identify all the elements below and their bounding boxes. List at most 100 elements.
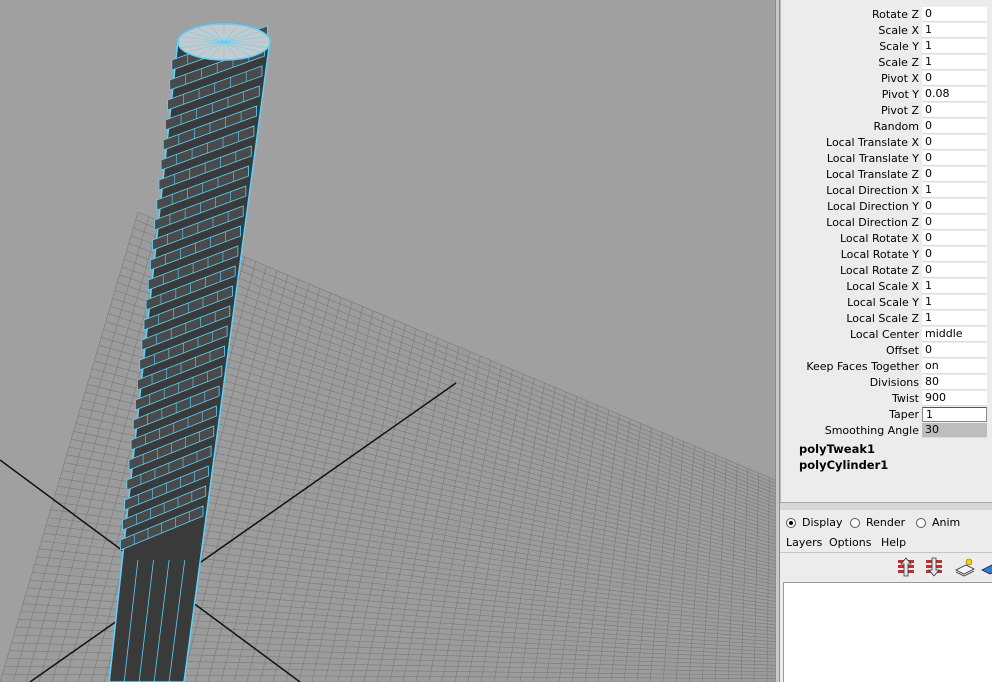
- attr-value-local-translate-y[interactable]: 0: [922, 151, 987, 166]
- attr-value-divisions[interactable]: 80: [922, 375, 987, 390]
- move-layer-down-button[interactable]: [924, 556, 946, 578]
- radio-render[interactable]: Render: [850, 516, 905, 529]
- attr-value-scale-z[interactable]: 1: [922, 55, 987, 70]
- attr-label-pivot-z[interactable]: Pivot Z: [881, 104, 919, 117]
- node-polycylinder1[interactable]: polyCylinder1: [799, 458, 888, 472]
- attr-row-local-translate-z[interactable]: Local Translate Z0: [781, 167, 992, 183]
- attr-label-local-scale-z[interactable]: Local Scale Z: [846, 312, 919, 325]
- attr-row-local-direction-y[interactable]: Local Direction Y0: [781, 199, 992, 215]
- attr-row-twist[interactable]: Twist 900: [781, 391, 992, 407]
- attr-row-local-rotate-z[interactable]: Local Rotate Z0: [781, 263, 992, 279]
- attr-row-pivot-z[interactable]: Pivot Z0: [781, 103, 992, 119]
- attr-label-local-direction-x[interactable]: Local Direction X: [826, 184, 919, 197]
- attr-label-keep-faces-together[interactable]: Keep Faces Together: [806, 360, 919, 373]
- attr-label-divisions[interactable]: Divisions: [870, 376, 919, 389]
- attr-row-local-rotate-x[interactable]: Local Rotate X0: [781, 231, 992, 247]
- attr-label-random[interactable]: Random: [873, 120, 919, 133]
- attr-row-pivot-y[interactable]: Pivot Y 0.08: [781, 87, 992, 103]
- attr-row-scale-z[interactable]: Scale Z1: [781, 55, 992, 71]
- attr-row-local-rotate-y[interactable]: Local Rotate Y0: [781, 247, 992, 263]
- radio-display[interactable]: Display: [786, 516, 843, 529]
- attr-value-local-direction-x[interactable]: 1: [922, 183, 987, 198]
- attr-value-local-rotate-z[interactable]: 0: [922, 263, 987, 278]
- new-layer-selected-button[interactable]: [980, 556, 992, 578]
- attr-label-local-rotate-z[interactable]: Local Rotate Z: [840, 264, 919, 277]
- attr-value-local-center[interactable]: middle: [922, 327, 987, 342]
- attr-row-rotate-z[interactable]: Rotate Z0: [781, 7, 992, 23]
- attr-row-smoothing-angle[interactable]: Smoothing Angle 30: [781, 423, 992, 439]
- attr-row-random[interactable]: Random 0: [781, 119, 992, 135]
- menu-options[interactable]: Options: [829, 536, 871, 549]
- attr-label-local-scale-x[interactable]: Local Scale X: [846, 280, 919, 293]
- attr-label-pivot-x[interactable]: Pivot X: [881, 72, 919, 85]
- radio-anim-indicator[interactable]: [916, 517, 926, 528]
- attr-label-local-scale-y[interactable]: Local Scale Y: [847, 296, 919, 309]
- attr-row-offset[interactable]: Offset 0: [781, 343, 992, 359]
- attr-label-offset[interactable]: Offset: [886, 344, 919, 357]
- attr-row-scale-y[interactable]: Scale Y1: [781, 39, 992, 55]
- panel-split-handle[interactable]: [780, 502, 992, 510]
- radio-render-indicator[interactable]: [850, 517, 860, 528]
- attr-label-twist[interactable]: Twist: [892, 392, 919, 405]
- attr-value-local-scale-y[interactable]: 1: [922, 295, 987, 310]
- 3d-viewport[interactable]: [0, 0, 775, 682]
- attr-row-pivot-x[interactable]: Pivot X0: [781, 71, 992, 87]
- attr-value-local-rotate-x[interactable]: 0: [922, 231, 987, 246]
- attr-label-local-direction-z[interactable]: Local Direction Z: [826, 216, 919, 229]
- attr-row-taper[interactable]: Taper 1: [781, 407, 992, 423]
- attr-value-local-translate-x[interactable]: 0: [922, 135, 987, 150]
- move-layer-up-button[interactable]: [896, 556, 918, 578]
- attr-value-keep-faces-together[interactable]: on: [922, 359, 987, 374]
- attr-value-twist[interactable]: 900: [922, 391, 987, 406]
- attr-label-scale-x[interactable]: Scale X: [878, 24, 919, 37]
- radio-display-indicator[interactable]: [786, 517, 796, 528]
- attr-value-scale-y[interactable]: 1: [922, 39, 987, 54]
- attr-label-scale-y[interactable]: Scale Y: [879, 40, 919, 53]
- attr-row-divisions[interactable]: Divisions 80: [781, 375, 992, 391]
- attr-row-scale-x[interactable]: Scale X1: [781, 23, 992, 39]
- attr-value-random[interactable]: 0: [922, 119, 987, 134]
- attr-label-local-translate-x[interactable]: Local Translate X: [826, 136, 919, 149]
- attr-value-local-translate-z[interactable]: 0: [922, 167, 987, 182]
- attr-label-local-translate-y[interactable]: Local Translate Y: [827, 152, 919, 165]
- attr-row-local-translate-x[interactable]: Local Translate X0: [781, 135, 992, 151]
- attr-value-offset[interactable]: 0: [922, 343, 987, 358]
- attr-value-pivot-z[interactable]: 0: [922, 103, 987, 118]
- attr-label-scale-z[interactable]: Scale Z: [878, 56, 919, 69]
- attr-label-taper[interactable]: Taper: [889, 408, 919, 421]
- attr-row-keep-faces-together[interactable]: Keep Faces Together on: [781, 359, 992, 375]
- attr-row-local-scale-y[interactable]: Local Scale Y1: [781, 295, 992, 311]
- attr-value-local-scale-x[interactable]: 1: [922, 279, 987, 294]
- attr-value-pivot-y[interactable]: 0.08: [922, 87, 987, 102]
- attr-value-local-rotate-y[interactable]: 0: [922, 247, 987, 262]
- attr-label-local-direction-y[interactable]: Local Direction Y: [827, 200, 919, 213]
- attr-label-local-center[interactable]: Local Center: [850, 328, 919, 341]
- radio-anim[interactable]: Anim: [916, 516, 960, 529]
- attr-row-local-direction-x[interactable]: Local Direction X1: [781, 183, 992, 199]
- attr-value-local-direction-y[interactable]: 0: [922, 199, 987, 214]
- attr-label-rotate-z[interactable]: Rotate Z: [872, 8, 919, 21]
- attr-row-local-scale-x[interactable]: Local Scale X1: [781, 279, 992, 295]
- attr-label-smoothing-angle[interactable]: Smoothing Angle: [825, 424, 919, 437]
- layer-list[interactable]: [783, 582, 992, 682]
- attr-value-rotate-z[interactable]: 0: [922, 7, 987, 22]
- attr-row-local-translate-y[interactable]: Local Translate Y0: [781, 151, 992, 167]
- attr-value-scale-x[interactable]: 1: [922, 23, 987, 38]
- attr-row-local-direction-z[interactable]: Local Direction Z0: [781, 215, 992, 231]
- attr-label-local-rotate-y[interactable]: Local Rotate Y: [841, 248, 919, 261]
- attr-row-local-center[interactable]: Local Center middle: [781, 327, 992, 343]
- attr-value-local-direction-z[interactable]: 0: [922, 215, 987, 230]
- node-polytweak1[interactable]: polyTweak1: [799, 442, 875, 456]
- attr-label-local-rotate-x[interactable]: Local Rotate X: [840, 232, 919, 245]
- menu-help[interactable]: Help: [881, 536, 906, 549]
- attr-row-local-scale-z[interactable]: Local Scale Z1: [781, 311, 992, 327]
- attr-value-taper[interactable]: 1: [922, 407, 987, 422]
- attr-label-pivot-y[interactable]: Pivot Y: [882, 88, 919, 101]
- menu-layers[interactable]: Layers: [786, 536, 822, 549]
- attr-label-local-translate-z[interactable]: Local Translate Z: [826, 168, 919, 181]
- attr-value-local-scale-z[interactable]: 1: [922, 311, 987, 326]
- attr-value-pivot-x[interactable]: 0: [922, 71, 987, 86]
- new-layer-button[interactable]: [954, 556, 976, 578]
- viewport-canvas[interactable]: [0, 0, 775, 682]
- attr-value-smoothing-angle[interactable]: 30: [922, 423, 987, 438]
